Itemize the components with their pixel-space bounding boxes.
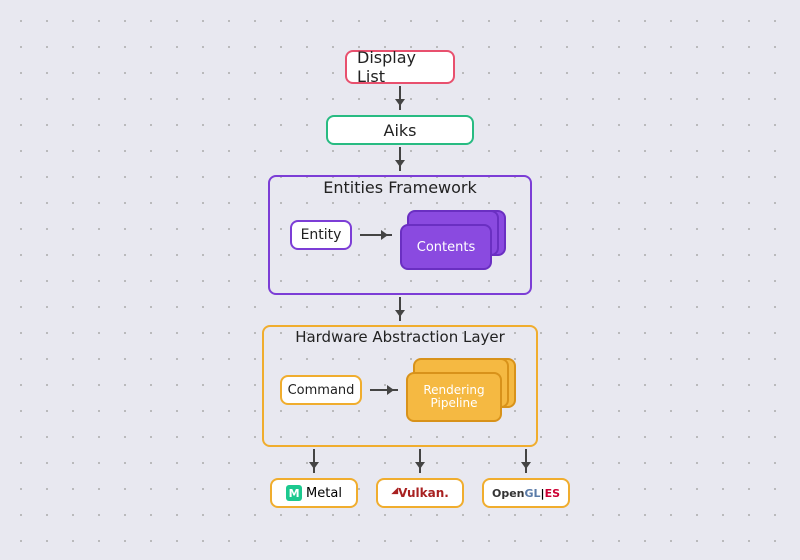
arrow-hal-to-opengl: [525, 449, 527, 473]
hal-title: Hardware Abstraction Layer: [262, 328, 538, 346]
entities-framework-title: Entities Framework: [268, 178, 532, 197]
arrow-entity-to-contents: [360, 234, 392, 236]
arrow-command-to-pipeline: [370, 389, 398, 391]
arrow-entities-to-hal: [399, 297, 401, 321]
arrow-displaylist-to-aiks: [399, 86, 401, 110]
display-list-label: Display List: [357, 48, 443, 86]
arrow-hal-to-vulkan: [419, 449, 421, 473]
opengl-es-backend: OpenGL|ES: [482, 478, 570, 508]
vulkan-backend: ◢Vulkan.: [376, 478, 464, 508]
metal-label: Metal: [306, 486, 342, 501]
opengl-es-label: OpenGL|ES: [492, 487, 560, 500]
contents-label: Contents: [417, 240, 475, 255]
contents-card-front: Contents: [400, 224, 492, 270]
pipeline-card-front: Rendering Pipeline: [406, 372, 502, 422]
vulkan-label: ◢Vulkan.: [391, 486, 449, 500]
entity-label: Entity: [301, 227, 342, 243]
display-list-node: Display List: [345, 50, 455, 84]
aiks-label: Aiks: [384, 121, 417, 140]
arrow-hal-to-metal: [313, 449, 315, 473]
aiks-node: Aiks: [326, 115, 474, 145]
diagram-canvas: Display List Aiks Entities Framework Ent…: [180, 0, 620, 560]
metal-backend: M Metal: [270, 478, 358, 508]
command-node: Command: [280, 375, 362, 405]
arrow-aiks-to-entities: [399, 147, 401, 171]
command-label: Command: [288, 383, 355, 398]
pipeline-label: Pipeline: [431, 397, 478, 410]
entity-node: Entity: [290, 220, 352, 250]
metal-icon: M: [286, 485, 302, 501]
